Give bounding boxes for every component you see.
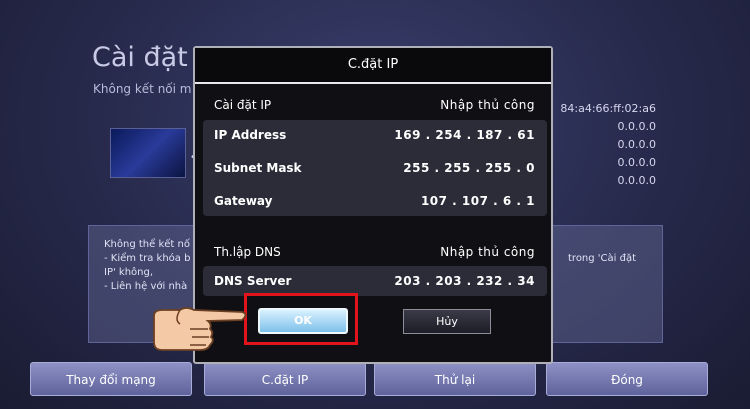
help-line: - Kiểm tra khóa b	[104, 253, 191, 264]
cancel-button[interactable]: Hủy	[403, 309, 491, 334]
gateway-row[interactable]: Gateway 107 . 107 . 6 . 1	[203, 188, 547, 214]
subnet-mask-label: Subnet Mask	[214, 161, 302, 175]
info-value: 0.0.0.0	[617, 174, 656, 187]
subnet-mask-value: 255 . 255 . 255 . 0	[403, 161, 535, 175]
ip-setting-row[interactable]: Cài đặt IP Nhập thủ công	[203, 92, 547, 118]
info-value: 0.0.0.0	[617, 138, 656, 151]
network-thumbnail	[110, 128, 186, 178]
ip-settings-button[interactable]: C.đặt IP	[204, 362, 366, 396]
connection-status: Không kết nối m	[93, 82, 192, 96]
info-value: 0.0.0.0	[617, 120, 656, 133]
info-value: 0.0.0.0	[617, 156, 656, 169]
ip-address-value: 169 . 254 . 187 . 61	[394, 128, 535, 142]
ip-setting-value: Nhập thủ công	[440, 98, 535, 112]
dns-server-label: DNS Server	[214, 274, 292, 288]
mac-address: 84:a4:66:ff:02:a6	[560, 102, 656, 115]
dns-server-value: 203 . 203 . 232 . 34	[394, 274, 535, 288]
help-text: Không thể kết nố - Kiểm tra khóa b IP' k…	[104, 238, 190, 294]
dns-setting-value: Nhập thủ công	[440, 245, 535, 259]
retry-button[interactable]: Thử lại	[374, 362, 536, 396]
ip-setting-label: Cài đặt IP	[214, 98, 272, 112]
dns-setting-label: Th.lập DNS	[214, 245, 281, 259]
dns-setting-row[interactable]: Th.lập DNS Nhập thủ công	[203, 239, 547, 265]
gateway-value: 107 . 107 . 6 . 1	[420, 194, 535, 208]
help-line: - Liên hệ với nhà	[104, 281, 188, 292]
dns-server-row[interactable]: DNS Server 203 . 203 . 232 . 34	[203, 268, 547, 294]
network-info-values: 84:a4:66:ff:02:a6 0.0.0.0 0.0.0.0 0.0.0.…	[560, 100, 656, 190]
help-line: IP' không,	[104, 267, 154, 278]
ok-highlight-frame	[244, 293, 358, 345]
help-line: Không thể kết nố	[104, 239, 190, 250]
help-text-right: trong 'Cài đặt	[568, 252, 636, 266]
subnet-mask-row[interactable]: Subnet Mask 255 . 255 . 255 . 0	[203, 155, 547, 181]
ip-address-label: IP Address	[214, 128, 287, 142]
close-button[interactable]: Đóng	[546, 362, 708, 396]
pointing-hand-icon	[153, 307, 247, 351]
dialog-title: C.đặt IP	[195, 48, 551, 84]
ip-address-row[interactable]: IP Address 169 . 254 . 187 . 61	[203, 122, 547, 148]
bottom-button-bar: Thay đổi mạng C.đặt IP Thử lại Đóng	[30, 362, 715, 400]
help-line: trong 'Cài đặt	[568, 253, 637, 264]
gateway-label: Gateway	[214, 194, 273, 208]
change-network-button[interactable]: Thay đổi mạng	[30, 362, 192, 396]
